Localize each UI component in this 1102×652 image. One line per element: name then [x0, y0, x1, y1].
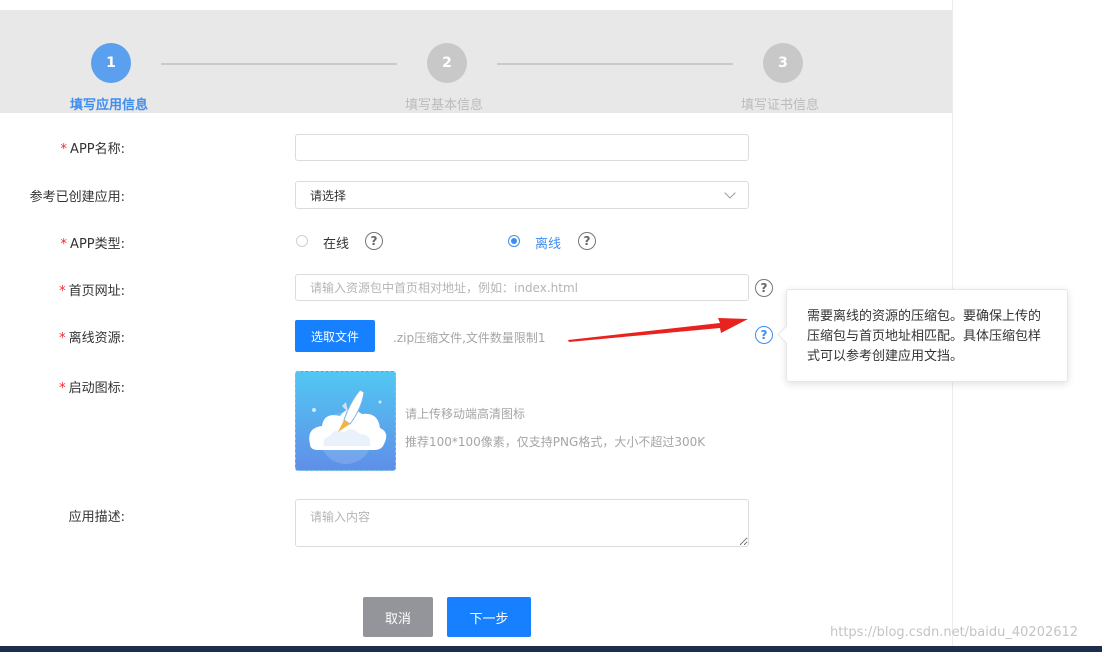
radio-online[interactable]	[296, 235, 308, 247]
launch-icon-hint-1: 请上传移动端高清图标	[405, 407, 526, 421]
launch-icon-hint-2: 推荐100*100像素，仅支持PNG格式，大小不超过300K	[405, 435, 706, 449]
choose-file-button[interactable]: 选取文件	[295, 320, 375, 352]
online-help-icon[interactable]: ?	[365, 232, 383, 250]
radio-offline-label[interactable]: 离线	[535, 233, 561, 252]
home-url-input[interactable]	[295, 274, 749, 301]
step-2-circle: 2	[427, 43, 467, 83]
app-type-label: * APP类型:	[60, 237, 125, 252]
step-1-label: 填写应用信息	[70, 98, 149, 113]
cancel-button[interactable]: 取消	[363, 597, 433, 637]
step-2-label: 填写基本信息	[405, 98, 484, 113]
annotation-arrow-icon	[568, 318, 748, 342]
step-3-circle: 3	[763, 43, 803, 83]
launch-icon-upload[interactable]	[295, 371, 396, 471]
description-textarea[interactable]	[295, 499, 749, 547]
app-name-input[interactable]	[295, 134, 749, 161]
app-name-label: * APP名称:	[60, 142, 125, 157]
rocket-cloud-icon	[309, 389, 387, 464]
chevron-down-icon	[724, 187, 736, 199]
radio-online-label[interactable]: 在线	[323, 233, 349, 252]
watermark: https://blog.csdn.net/baidu_40202612	[830, 625, 1079, 640]
step-connector-2	[497, 63, 733, 65]
launch-icon-label: * 启动图标:	[59, 381, 125, 396]
next-step-button[interactable]: 下一步	[447, 597, 531, 637]
home-url-label: * 首页网址:	[59, 284, 125, 299]
reference-app-label: 参考已创建应用:	[29, 190, 125, 205]
offline-resource-hint: .zip压缩文件,文件数量限制1	[393, 331, 546, 345]
offline-resource-tooltip: 需要离线的资源的压缩包。要确保上传的压缩包与首页地址相匹配。具体压缩包样式可以参…	[786, 289, 1068, 382]
reference-app-value: 请选择	[310, 188, 347, 203]
description-label: 应用描述:	[68, 510, 125, 525]
reference-app-select[interactable]: 请选择	[295, 181, 749, 209]
home-url-help-icon[interactable]: ?	[755, 279, 773, 297]
radio-offline[interactable]	[508, 235, 520, 247]
bottom-bar	[0, 646, 1102, 652]
steps-header: 1 2 3 填写应用信息 填写基本信息 填写证书信息	[0, 10, 952, 113]
step-connector-1	[161, 63, 397, 65]
step-3-label: 填写证书信息	[741, 98, 820, 113]
offline-help-icon[interactable]: ?	[578, 232, 596, 250]
step-1-circle: 1	[91, 43, 131, 83]
offline-resource-label: * 离线资源:	[59, 331, 125, 346]
